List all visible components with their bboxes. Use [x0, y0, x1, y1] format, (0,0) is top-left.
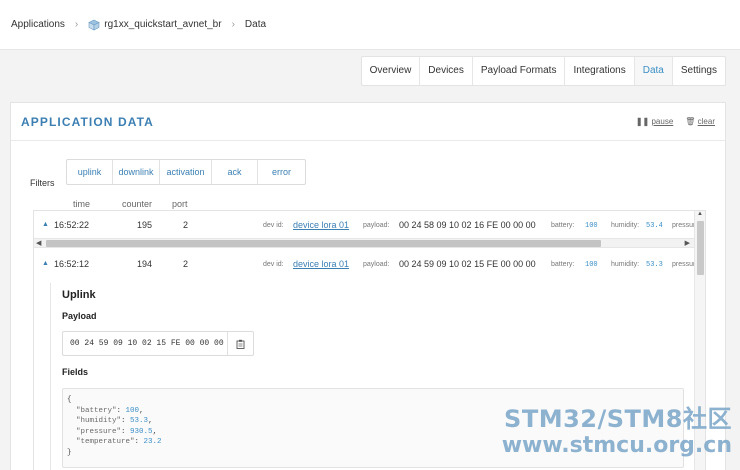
chevron-right-icon: ›: [231, 19, 235, 30]
panel-header: APPLICATION DATA ❚❚ pause 🗑 clear: [11, 103, 725, 141]
filter-group: uplink downlink activation ack error: [66, 159, 306, 185]
collapse-triangle-icon[interactable]: ▲: [42, 260, 49, 267]
battery-value: 100: [585, 222, 598, 230]
pause-label: pause: [651, 117, 674, 126]
column-header-port: port: [172, 199, 188, 209]
filters-label: Filters: [30, 178, 55, 188]
dev-id-label: dev id:: [263, 222, 284, 229]
tab-data[interactable]: Data: [634, 57, 673, 85]
breadcrumb-app-link[interactable]: rg1xx_quickstart_avnet_br: [104, 19, 221, 30]
payload-label: payload:: [363, 222, 390, 229]
panel-title: APPLICATION DATA: [21, 114, 154, 129]
filter-activation[interactable]: activation: [160, 160, 212, 184]
device-link[interactable]: device lora 01: [293, 220, 349, 230]
clipboard-icon: [236, 339, 245, 349]
battery-label: battery:: [551, 261, 575, 268]
scroll-up-icon[interactable]: ▲: [697, 211, 703, 217]
payload-heading: Payload: [62, 311, 97, 321]
app-tabs: Overview Devices Payload Formats Integra…: [360, 56, 726, 86]
tab-settings[interactable]: Settings: [673, 57, 725, 85]
field-humidity: 53.3: [130, 417, 149, 425]
scroll-right-icon[interactable]: ▶: [685, 239, 690, 248]
payload-hex[interactable]: 00 24 59 09 10 02 15 FE 00 00 00: [63, 339, 227, 348]
payload-box: 00 24 59 09 10 02 15 FE 00 00 00: [62, 331, 254, 356]
trash-icon: 🗑: [685, 117, 696, 126]
filter-ack[interactable]: ack: [212, 160, 258, 184]
message-port: 2: [183, 220, 189, 230]
humidity-value: 53.3: [646, 261, 663, 269]
field-battery: 100: [125, 406, 140, 415]
horizontal-scrollbar[interactable]: ◀ ▶: [34, 238, 694, 248]
battery-value: 100: [585, 261, 598, 269]
column-header-counter: counter: [122, 199, 153, 209]
clear-label: clear: [697, 117, 715, 126]
collapse-triangle-icon[interactable]: ▲: [42, 221, 49, 228]
field-pressure: 930.5: [130, 427, 153, 436]
copy-button[interactable]: [227, 332, 253, 355]
chevron-right-icon: ›: [74, 19, 79, 30]
breadcrumb-current: Data: [244, 19, 267, 30]
scrollbar-thumb[interactable]: [46, 240, 601, 247]
payload-label: payload:: [363, 261, 390, 268]
field-temperature: 23.2: [143, 438, 162, 446]
message-time: 16:52:12: [54, 259, 90, 269]
humidity-value: 53.4: [646, 222, 663, 230]
message-time: 16:52:22: [54, 220, 90, 230]
message-counter: 194: [137, 259, 153, 269]
message-row[interactable]: ▲ 16:52:22 195 2 dev id: device lora 01 …: [34, 211, 699, 239]
pause-icon: ❚❚: [635, 117, 650, 126]
fields-heading: Fields: [62, 367, 89, 377]
pause-button[interactable]: ❚❚ pause: [636, 117, 673, 126]
breadcrumb: Applications › rg1xx_quickstart_avnet_br…: [0, 0, 740, 50]
panel-actions: ❚❚ pause 🗑 clear: [636, 117, 715, 126]
watermark-line-1: STM32/STM8社区: [504, 405, 732, 433]
message-port: 2: [183, 259, 189, 269]
payload-value: 00 24 59 09 10 02 15 FE 00 00 00: [399, 259, 536, 269]
breadcrumb-applications-link[interactable]: Applications: [11, 19, 65, 30]
humidity-label: humidity:: [611, 222, 640, 229]
filter-uplink[interactable]: uplink: [67, 160, 113, 184]
battery-label: battery:: [551, 222, 575, 229]
payload-value: 00 24 58 09 10 02 16 FE 00 00 00: [399, 220, 536, 230]
watermark: STM32/STM8社区 www.stmcu.org.cn: [502, 405, 732, 459]
filter-error[interactable]: error: [258, 160, 305, 184]
tab-integrations[interactable]: Integrations: [565, 57, 635, 85]
filter-downlink[interactable]: downlink: [113, 160, 160, 184]
device-link[interactable]: device lora 01: [293, 259, 349, 269]
detail-title: Uplink: [62, 289, 96, 301]
message-row[interactable]: ▲ 16:52:12 194 2 dev id: device lora 01 …: [34, 250, 699, 278]
scroll-left-icon[interactable]: ◀: [36, 239, 41, 248]
message-counter: 195: [137, 220, 153, 230]
dev-id-label: dev id:: [263, 261, 284, 268]
cube-icon: [88, 19, 100, 30]
humidity-label: humidity:: [611, 261, 640, 268]
column-header-time: time: [73, 199, 91, 209]
tab-devices[interactable]: Devices: [420, 57, 473, 85]
scrollbar-thumb[interactable]: [697, 221, 704, 275]
tab-overview[interactable]: Overview: [362, 57, 421, 85]
clear-button[interactable]: 🗑 clear: [685, 117, 715, 126]
watermark-line-2: www.stmcu.org.cn: [501, 433, 732, 458]
tab-payload-formats[interactable]: Payload Formats: [473, 57, 566, 85]
